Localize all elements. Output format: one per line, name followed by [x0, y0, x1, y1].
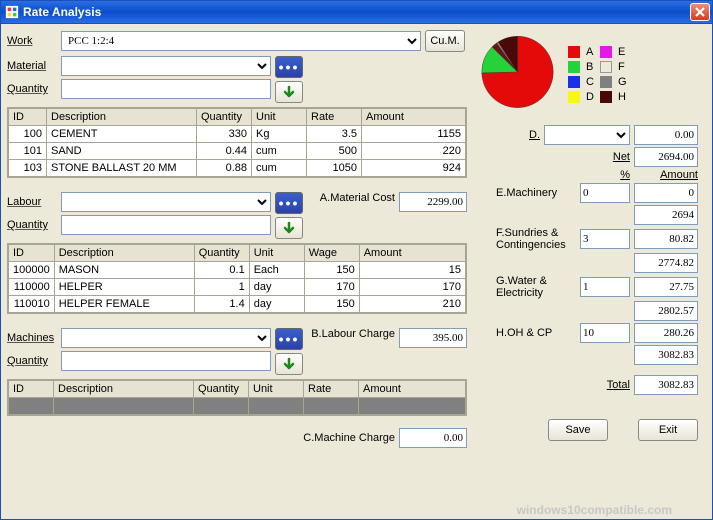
- material-browse-button[interactable]: •••: [275, 56, 303, 78]
- net-value[interactable]: [634, 147, 698, 167]
- f-value[interactable]: [634, 229, 698, 249]
- machines-select[interactable]: [61, 328, 271, 348]
- machines-grid[interactable]: ID Description Quantity Unit Rate Amount: [7, 379, 467, 416]
- material-grid[interactable]: ID Description Quantity Unit Rate Amount…: [7, 107, 467, 178]
- legend-swatch-b: [568, 61, 580, 73]
- table-row: 103STONE BALLAST 20 MM0.88cum1050924: [9, 160, 466, 177]
- d-label: D.: [529, 129, 540, 141]
- material-cost-value[interactable]: [399, 192, 467, 212]
- ellipsis-icon: •••: [279, 200, 300, 206]
- labour-charge-value[interactable]: [399, 328, 467, 348]
- work-select[interactable]: PCC 1:2:4: [61, 31, 421, 51]
- table-row: 101SAND0.44cum500220: [9, 143, 466, 160]
- app-icon: [5, 5, 19, 19]
- legend-swatch-f: [600, 61, 612, 73]
- col-qty: Quantity: [197, 109, 252, 126]
- material-add-button[interactable]: [275, 81, 303, 103]
- col-rate: Rate: [307, 109, 362, 126]
- g-value[interactable]: [634, 277, 698, 297]
- h-label: H.OH & CP: [496, 327, 576, 339]
- machines-label: Machines: [7, 332, 57, 344]
- arrow-down-icon: [281, 220, 297, 236]
- amount-label: Amount: [648, 169, 698, 181]
- col-amount: Amount: [362, 109, 466, 126]
- ellipsis-icon: •••: [279, 336, 300, 342]
- d-select[interactable]: [544, 125, 630, 145]
- table-row: [9, 398, 466, 415]
- labour-add-button[interactable]: [275, 217, 303, 239]
- pct-label: %: [620, 169, 630, 181]
- col-id: ID: [9, 109, 47, 126]
- arrow-down-icon: [281, 84, 297, 100]
- legend: A E B F C G D H: [568, 46, 627, 103]
- work-label: Work: [7, 35, 57, 47]
- work-unit-button[interactable]: Cu.M.: [425, 30, 465, 52]
- g-input[interactable]: [580, 277, 630, 297]
- machines-add-button[interactable]: [275, 353, 303, 375]
- col-desc: Description: [47, 109, 197, 126]
- table-row: 110000HELPER1day170170: [9, 279, 466, 296]
- ellipsis-icon: •••: [279, 64, 300, 70]
- e-value[interactable]: [634, 183, 698, 203]
- h-value[interactable]: [634, 323, 698, 343]
- window-body: Work PCC 1:2:4 Cu.M. Material Quantity •…: [0, 24, 713, 520]
- net-label: Net: [613, 151, 630, 163]
- pie-chart: [475, 32, 560, 117]
- machines-browse-button[interactable]: •••: [275, 328, 303, 350]
- subtotal-3[interactable]: [634, 301, 698, 321]
- total-value[interactable]: [634, 375, 698, 395]
- material-select[interactable]: [61, 56, 271, 76]
- labour-charge-label: B.Labour Charge: [311, 328, 395, 340]
- window-title: Rate Analysis: [23, 5, 690, 19]
- table-row: 110010HELPER FEMALE1.4day150210: [9, 296, 466, 313]
- f-label: F.Sundries & Contingencies: [496, 227, 576, 251]
- exit-button[interactable]: Exit: [638, 419, 698, 441]
- machines-qty-input[interactable]: [61, 351, 271, 371]
- title-bar: Rate Analysis: [0, 0, 713, 24]
- legend-swatch-a: [568, 46, 580, 58]
- material-qty-input[interactable]: [61, 79, 271, 99]
- save-button[interactable]: Save: [548, 419, 608, 441]
- machine-charge-label: C.Machine Charge: [303, 432, 395, 444]
- col-unit: Unit: [252, 109, 307, 126]
- labour-browse-button[interactable]: •••: [275, 192, 303, 214]
- labour-label: Labour: [7, 196, 57, 208]
- labour-select[interactable]: [61, 192, 271, 212]
- legend-swatch-e: [600, 46, 612, 58]
- table-row: 100000MASON0.1Each15015: [9, 262, 466, 279]
- legend-swatch-g: [600, 76, 612, 88]
- material-cost-label: A.Material Cost: [320, 192, 395, 204]
- subtotal-2[interactable]: [634, 253, 698, 273]
- d-value[interactable]: [634, 125, 698, 145]
- total-label: Total: [607, 379, 630, 391]
- f-input[interactable]: [580, 229, 630, 249]
- e-label: E.Machinery: [496, 187, 576, 199]
- machines-qty-label: Quantity: [7, 355, 57, 367]
- material-label: Material: [7, 60, 57, 72]
- arrow-down-icon: [281, 356, 297, 372]
- g-label: G.Water & Electricity: [496, 275, 576, 299]
- subtotal-1[interactable]: [634, 205, 698, 225]
- subtotal-4[interactable]: [634, 345, 698, 365]
- e-input[interactable]: [580, 183, 630, 203]
- table-row: 100CEMENT330Kg3.51155: [9, 126, 466, 143]
- labour-qty-input[interactable]: [61, 215, 271, 235]
- close-button[interactable]: [690, 3, 710, 21]
- labour-qty-label: Quantity: [7, 219, 57, 231]
- legend-swatch-h: [600, 91, 612, 103]
- machine-charge-value[interactable]: [399, 428, 467, 448]
- h-input[interactable]: [580, 323, 630, 343]
- legend-swatch-c: [568, 76, 580, 88]
- labour-grid[interactable]: ID Description Quantity Unit Wage Amount…: [7, 243, 467, 314]
- legend-swatch-d: [568, 91, 580, 103]
- material-qty-label: Quantity: [7, 83, 57, 95]
